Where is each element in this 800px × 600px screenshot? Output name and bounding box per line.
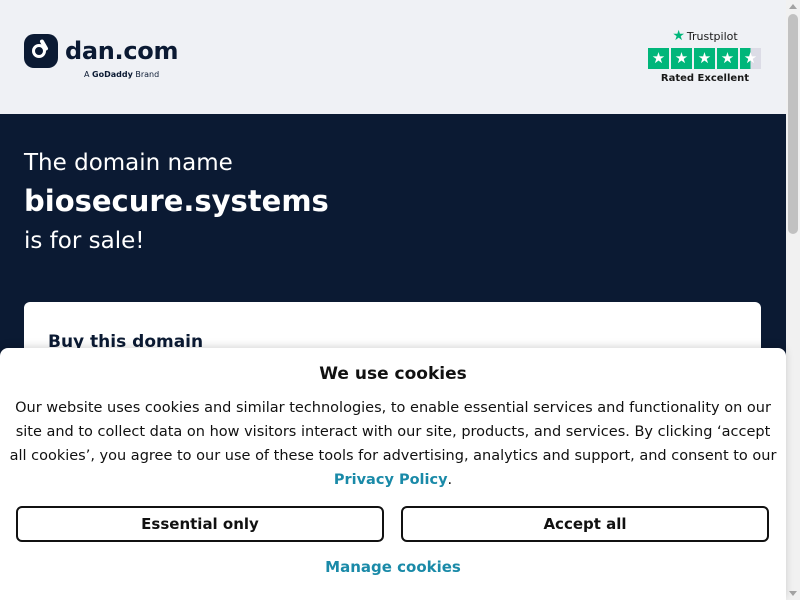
trustpilot-name: Trustpilot [686,29,738,43]
trustpilot-badge[interactable]: ★ Trustpilot ★ ★ ★ ★ ★ Rated Excellent [648,28,762,84]
hero-intro: The domain name [24,150,233,176]
star-icon: ★ [694,48,715,69]
scroll-up-arrow-icon[interactable] [789,4,797,9]
hero-section: The domain name biosecure.systems is for… [24,150,329,254]
hero-for-sale: is for sale! [24,228,145,254]
trustpilot-rating-label: Rated Excellent [660,73,750,84]
star-icon: ★ [671,48,692,69]
essential-only-button[interactable]: Essential only [16,506,384,542]
star-icon: ★ [648,48,669,69]
page-scrollbar[interactable] [786,0,800,600]
half-star-icon: ★ [740,48,761,69]
accept-all-button[interactable]: Accept all [401,506,769,542]
scroll-down-arrow-icon[interactable] [789,591,797,596]
star-icon: ★ [717,48,738,69]
trustpilot-stars: ★ ★ ★ ★ ★ [648,48,762,69]
domain-name: biosecure.systems [24,184,329,218]
manage-cookies-link[interactable]: Manage cookies [0,558,786,576]
scroll-thumb[interactable] [788,14,798,234]
godaddy-brand-tagline: A GoDaddy Brand [84,70,160,79]
cookie-banner: We use cookies Our website uses cookies … [0,348,786,600]
trustpilot-star-icon: ★ [672,28,685,44]
site-header: dan.com A GoDaddy Brand ★ Trustpilot ★ ★… [0,0,786,114]
cookie-title: We use cookies [319,364,467,384]
cookie-text-body: Our website uses cookies and similar tec… [9,400,777,464]
dan-logo[interactable]: dan.com [24,34,179,68]
cookie-description: Our website uses cookies and similar tec… [9,400,777,488]
privacy-policy-link[interactable]: Privacy Policy [334,472,448,488]
logo-text: dan.com [65,37,179,65]
dan-logo-icon [24,34,58,68]
